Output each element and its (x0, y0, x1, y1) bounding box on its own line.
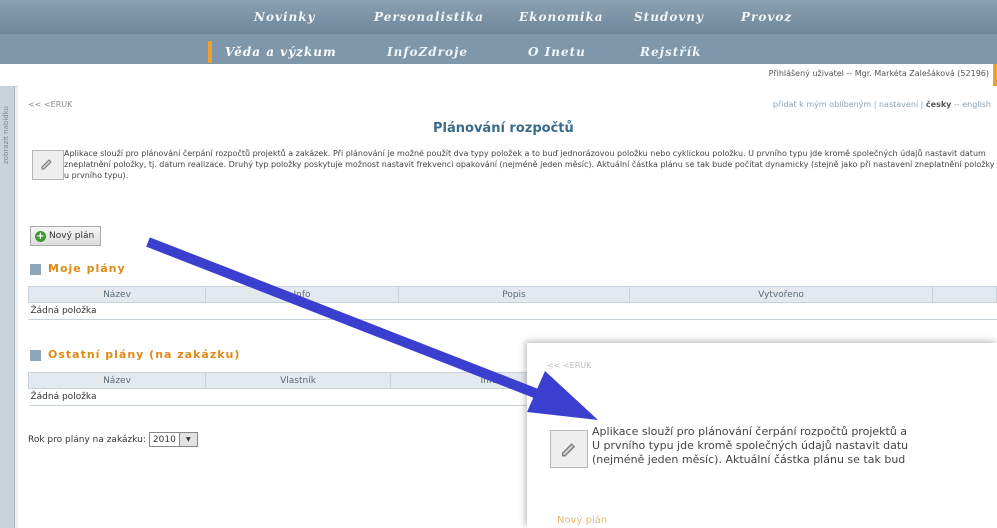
annotation-arrow-icon (146, 237, 598, 420)
